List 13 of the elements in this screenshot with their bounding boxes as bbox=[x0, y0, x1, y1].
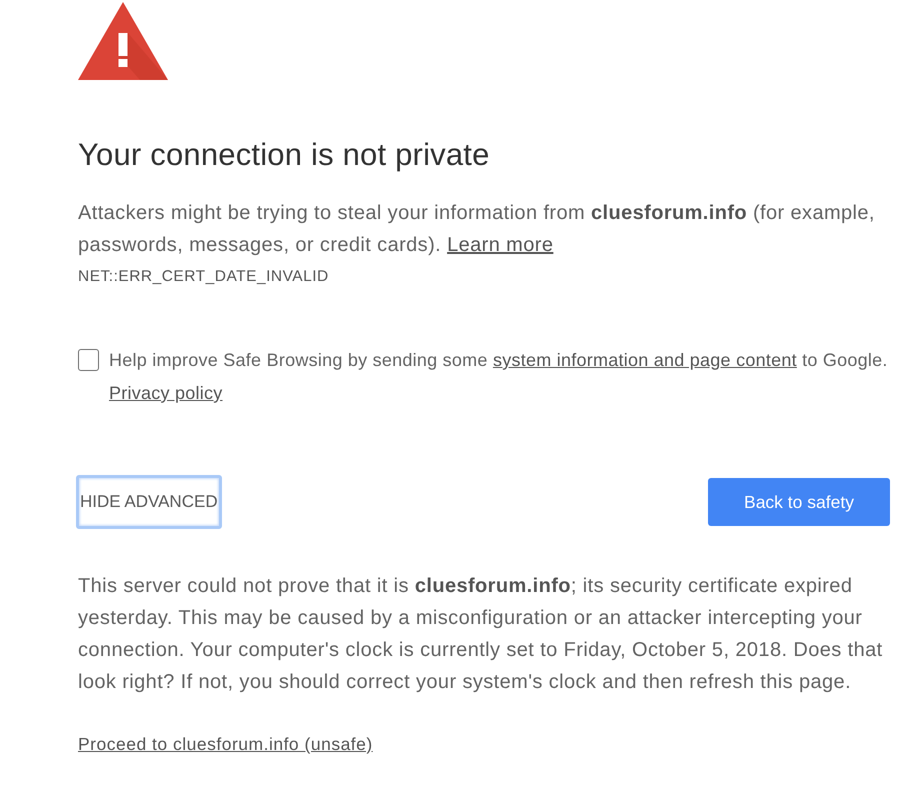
proceed-link[interactable]: Proceed to cluesforum.info (unsafe) bbox=[78, 733, 373, 755]
system-information-link[interactable]: system information and page content bbox=[492, 350, 797, 370]
error-code: NET::ERR_CERT_DATE_INVALID bbox=[78, 267, 329, 287]
opt-in-label: Help improve Safe Browsing by sending some system information and page content to Google. Privacy policy bbox=[109, 349, 889, 405]
warning-paragraph: Attackers might be trying to steal your information from cluesforum.info (for example, passwords, messages, or credit cards). Learn more bbox=[78, 201, 876, 258]
learn-more-link[interactable]: Learn more bbox=[447, 234, 554, 256]
page-heading: Your connection is not private bbox=[78, 138, 490, 172]
hide-advanced-button[interactable]: HIDE ADVANCED bbox=[76, 475, 222, 529]
details-paragraph: This server could not prove that it is cluesforum.info; its security certificate expired yesterday. This may be caused by a misconfiguration or an attacker intercepting your connection. Your computer's clock is currently set to Friday, October 5, 2018. Does that look right? If not, you should correct your system's clock and then refresh this page. bbox=[78, 574, 884, 695]
privacy-policy-link[interactable]: Privacy policy bbox=[109, 383, 223, 403]
warning-triangle-icon bbox=[78, 2, 168, 80]
back-to-safety-button[interactable]: Back to safety bbox=[708, 478, 890, 526]
checkbox[interactable] bbox=[78, 349, 99, 371]
